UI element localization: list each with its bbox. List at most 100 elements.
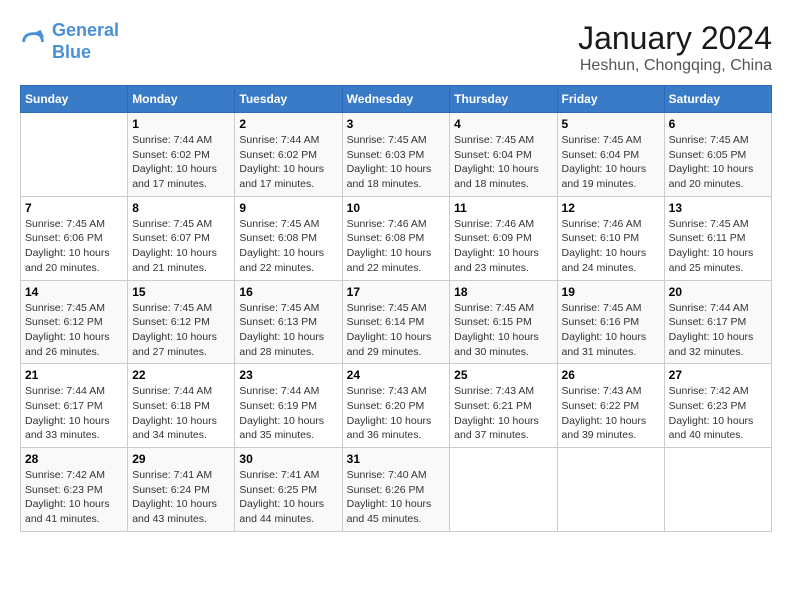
day-info: Sunrise: 7:45 AM Sunset: 6:04 PM Dayligh… (454, 133, 552, 192)
calendar-cell: 8 Sunrise: 7:45 AM Sunset: 6:07 PM Daylig… (128, 196, 235, 280)
calendar-cell: 14Sunrise: 7:45 AM Sunset: 6:12 PM Dayli… (21, 280, 128, 364)
day-number: 4 (454, 117, 552, 131)
day-number: 16 (239, 285, 337, 299)
day-number: 2 (239, 117, 337, 131)
col-header-monday: Monday (128, 86, 235, 113)
calendar-cell: 27 Sunrise: 7:42 AM Sunset: 6:23 PM Dayli… (664, 364, 771, 448)
col-header-wednesday: Wednesday (342, 86, 450, 113)
calendar-cell: 11 Sunrise: 7:46 AM Sunset: 6:09 PM Dayli… (450, 196, 557, 280)
day-info: Sunrise: 7:45 AM Sunset: 6:16 PM Dayligh… (562, 301, 660, 360)
calendar-cell: 20Sunrise: 7:44 AM Sunset: 6:17 PM Dayli… (664, 280, 771, 364)
day-info: Sunrise: 7:45 AM Sunset: 6:05 PM Dayligh… (669, 133, 767, 192)
day-number: 23 (239, 368, 337, 382)
day-number: 7 (25, 201, 123, 215)
day-number: 28 (25, 452, 123, 466)
calendar-cell: 16 Sunrise: 7:45 AM Sunset: 6:13 PM Dayli… (235, 280, 342, 364)
calendar-cell: 21 Sunrise: 7:44 AM Sunset: 6:17 PM Dayli… (21, 364, 128, 448)
calendar-cell: 12 Sunrise: 7:46 AM Sunset: 6:10 PM Dayli… (557, 196, 664, 280)
day-number: 26 (562, 368, 660, 382)
calendar-cell: 19 Sunrise: 7:45 AM Sunset: 6:16 PM Dayli… (557, 280, 664, 364)
day-info: Sunrise: 7:45 AM Sunset: 6:07 PM Dayligh… (132, 217, 230, 276)
calendar-week-3: 14Sunrise: 7:45 AM Sunset: 6:12 PM Dayli… (21, 280, 772, 364)
day-number: 19 (562, 285, 660, 299)
calendar-cell (664, 448, 771, 532)
day-number: 21 (25, 368, 123, 382)
calendar-cell: 29Sunrise: 7:41 AM Sunset: 6:24 PM Dayli… (128, 448, 235, 532)
calendar-cell: 22Sunrise: 7:44 AM Sunset: 6:18 PM Dayli… (128, 364, 235, 448)
day-number: 13 (669, 201, 767, 215)
day-info: Sunrise: 7:44 AM Sunset: 6:02 PM Dayligh… (239, 133, 337, 192)
day-info: Sunrise: 7:45 AM Sunset: 6:03 PM Dayligh… (347, 133, 446, 192)
calendar-cell: 9 Sunrise: 7:45 AM Sunset: 6:08 PM Daylig… (235, 196, 342, 280)
calendar-week-4: 21 Sunrise: 7:44 AM Sunset: 6:17 PM Dayli… (21, 364, 772, 448)
calendar-week-2: 7Sunrise: 7:45 AM Sunset: 6:06 PM Daylig… (21, 196, 772, 280)
calendar-table: SundayMondayTuesdayWednesdayThursdayFrid… (20, 85, 772, 532)
day-number: 18 (454, 285, 552, 299)
calendar-cell: 1Sunrise: 7:44 AM Sunset: 6:02 PM Daylig… (128, 113, 235, 197)
calendar-cell: 31Sunrise: 7:40 AM Sunset: 6:26 PM Dayli… (342, 448, 450, 532)
col-header-saturday: Saturday (664, 86, 771, 113)
day-number: 17 (347, 285, 446, 299)
calendar-cell: 23 Sunrise: 7:44 AM Sunset: 6:19 PM Dayli… (235, 364, 342, 448)
day-info: Sunrise: 7:43 AM Sunset: 6:22 PM Dayligh… (562, 384, 660, 443)
calendar-cell: 6 Sunrise: 7:45 AM Sunset: 6:05 PM Daylig… (664, 113, 771, 197)
day-number: 9 (239, 201, 337, 215)
calendar-cell: 18 Sunrise: 7:45 AM Sunset: 6:15 PM Dayli… (450, 280, 557, 364)
day-info: Sunrise: 7:43 AM Sunset: 6:21 PM Dayligh… (454, 384, 552, 443)
day-info: Sunrise: 7:45 AM Sunset: 6:08 PM Dayligh… (239, 217, 337, 276)
location-subtitle: Heshun, Chongqing, China (578, 57, 772, 75)
day-info: Sunrise: 7:44 AM Sunset: 6:19 PM Dayligh… (239, 384, 337, 443)
calendar-cell: 13 Sunrise: 7:45 AM Sunset: 6:11 PM Dayli… (664, 196, 771, 280)
calendar-cell: 24 Sunrise: 7:43 AM Sunset: 6:20 PM Dayli… (342, 364, 450, 448)
col-header-tuesday: Tuesday (235, 86, 342, 113)
day-info: Sunrise: 7:42 AM Sunset: 6:23 PM Dayligh… (669, 384, 767, 443)
col-header-friday: Friday (557, 86, 664, 113)
calendar-week-5: 28 Sunrise: 7:42 AM Sunset: 6:23 PM Dayli… (21, 448, 772, 532)
logo-text: General Blue (52, 20, 119, 63)
day-info: Sunrise: 7:44 AM Sunset: 6:18 PM Dayligh… (132, 384, 230, 443)
page-header: General Blue January 2024 Heshun, Chongq… (20, 20, 772, 75)
calendar-header-row: SundayMondayTuesdayWednesdayThursdayFrid… (21, 86, 772, 113)
day-number: 5 (562, 117, 660, 131)
calendar-cell: 3Sunrise: 7:45 AM Sunset: 6:03 PM Daylig… (342, 113, 450, 197)
day-info: Sunrise: 7:43 AM Sunset: 6:20 PM Dayligh… (347, 384, 446, 443)
day-number: 11 (454, 201, 552, 215)
col-header-thursday: Thursday (450, 86, 557, 113)
day-info: Sunrise: 7:40 AM Sunset: 6:26 PM Dayligh… (347, 468, 446, 527)
month-year-title: January 2024 (578, 20, 772, 57)
calendar-cell: 26 Sunrise: 7:43 AM Sunset: 6:22 PM Dayli… (557, 364, 664, 448)
day-number: 6 (669, 117, 767, 131)
day-info: Sunrise: 7:45 AM Sunset: 6:12 PM Dayligh… (25, 301, 123, 360)
day-number: 10 (347, 201, 446, 215)
day-info: Sunrise: 7:45 AM Sunset: 6:11 PM Dayligh… (669, 217, 767, 276)
day-number: 30 (239, 452, 337, 466)
day-info: Sunrise: 7:45 AM Sunset: 6:12 PM Dayligh… (132, 301, 230, 360)
day-number: 1 (132, 117, 230, 131)
calendar-cell: 30Sunrise: 7:41 AM Sunset: 6:25 PM Dayli… (235, 448, 342, 532)
day-info: Sunrise: 7:45 AM Sunset: 6:15 PM Dayligh… (454, 301, 552, 360)
title-block: January 2024 Heshun, Chongqing, China (578, 20, 772, 75)
day-number: 27 (669, 368, 767, 382)
day-number: 15 (132, 285, 230, 299)
day-number: 24 (347, 368, 446, 382)
logo: General Blue (20, 20, 119, 63)
day-info: Sunrise: 7:46 AM Sunset: 6:10 PM Dayligh… (562, 217, 660, 276)
col-header-sunday: Sunday (21, 86, 128, 113)
calendar-cell (450, 448, 557, 532)
day-info: Sunrise: 7:42 AM Sunset: 6:23 PM Dayligh… (25, 468, 123, 527)
day-number: 20 (669, 285, 767, 299)
day-number: 12 (562, 201, 660, 215)
calendar-cell: 25 Sunrise: 7:43 AM Sunset: 6:21 PM Dayli… (450, 364, 557, 448)
calendar-cell (557, 448, 664, 532)
day-info: Sunrise: 7:46 AM Sunset: 6:09 PM Dayligh… (454, 217, 552, 276)
calendar-body: 1 Sunrise: 7:44 AM Sunset: 6:02 PM Daylig… (21, 113, 772, 532)
day-number: 25 (454, 368, 552, 382)
day-info: Sunrise: 7:41 AM Sunset: 6:24 PM Dayligh… (132, 468, 230, 527)
day-number: 8 (132, 201, 230, 215)
calendar-week-1: 1 Sunrise: 7:44 AM Sunset: 6:02 PM Daylig… (21, 113, 772, 197)
calendar-cell: 17Sunrise: 7:45 AM Sunset: 6:14 PM Dayli… (342, 280, 450, 364)
day-info: Sunrise: 7:45 AM Sunset: 6:13 PM Dayligh… (239, 301, 337, 360)
calendar-cell: 2 Sunrise: 7:44 AM Sunset: 6:02 PM Daylig… (235, 113, 342, 197)
calendar-cell: 15 Sunrise: 7:45 AM Sunset: 6:12 PM Dayli… (128, 280, 235, 364)
day-info: Sunrise: 7:44 AM Sunset: 6:17 PM Dayligh… (25, 384, 123, 443)
